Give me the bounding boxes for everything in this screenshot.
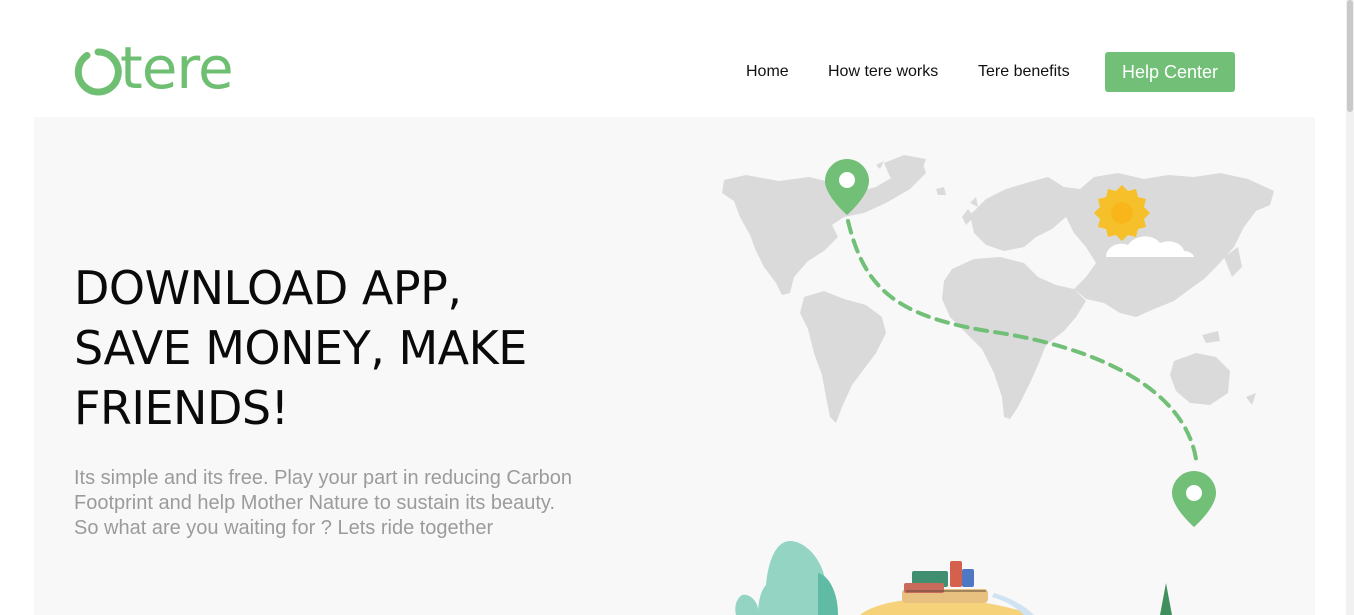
car-icon	[902, 561, 988, 603]
hero-section: DOWNLOAD APP, SAVE MONEY, MAKE FRIENDS! …	[34, 117, 1315, 615]
continent-africa	[942, 257, 1086, 419]
nav-how-tere-works[interactable]: How tere works	[828, 62, 938, 82]
continent-north-america	[722, 161, 926, 295]
world-map-illustration	[722, 155, 1274, 615]
continent-europe	[970, 177, 1082, 251]
tree-icon	[1160, 583, 1172, 615]
map-pin-icon	[1172, 471, 1216, 527]
site-header: tere Home How tere works Tere benefits H…	[0, 0, 1346, 117]
logo[interactable]: tere	[74, 37, 256, 99]
logo-text: tere	[120, 34, 234, 102]
scrollbar-track[interactable]	[1346, 0, 1354, 615]
help-center-button[interactable]: Help Center	[1105, 52, 1235, 92]
scrollbar-thumb[interactable]	[1347, 0, 1353, 112]
nav-tere-benefits[interactable]: Tere benefits	[978, 62, 1070, 82]
logo-ring-icon	[74, 48, 122, 96]
continent-south-america	[800, 291, 886, 423]
nav-home[interactable]: Home	[746, 62, 789, 82]
world-map	[722, 155, 1274, 423]
tree-icon	[735, 541, 838, 615]
continent-australia	[1170, 353, 1230, 405]
